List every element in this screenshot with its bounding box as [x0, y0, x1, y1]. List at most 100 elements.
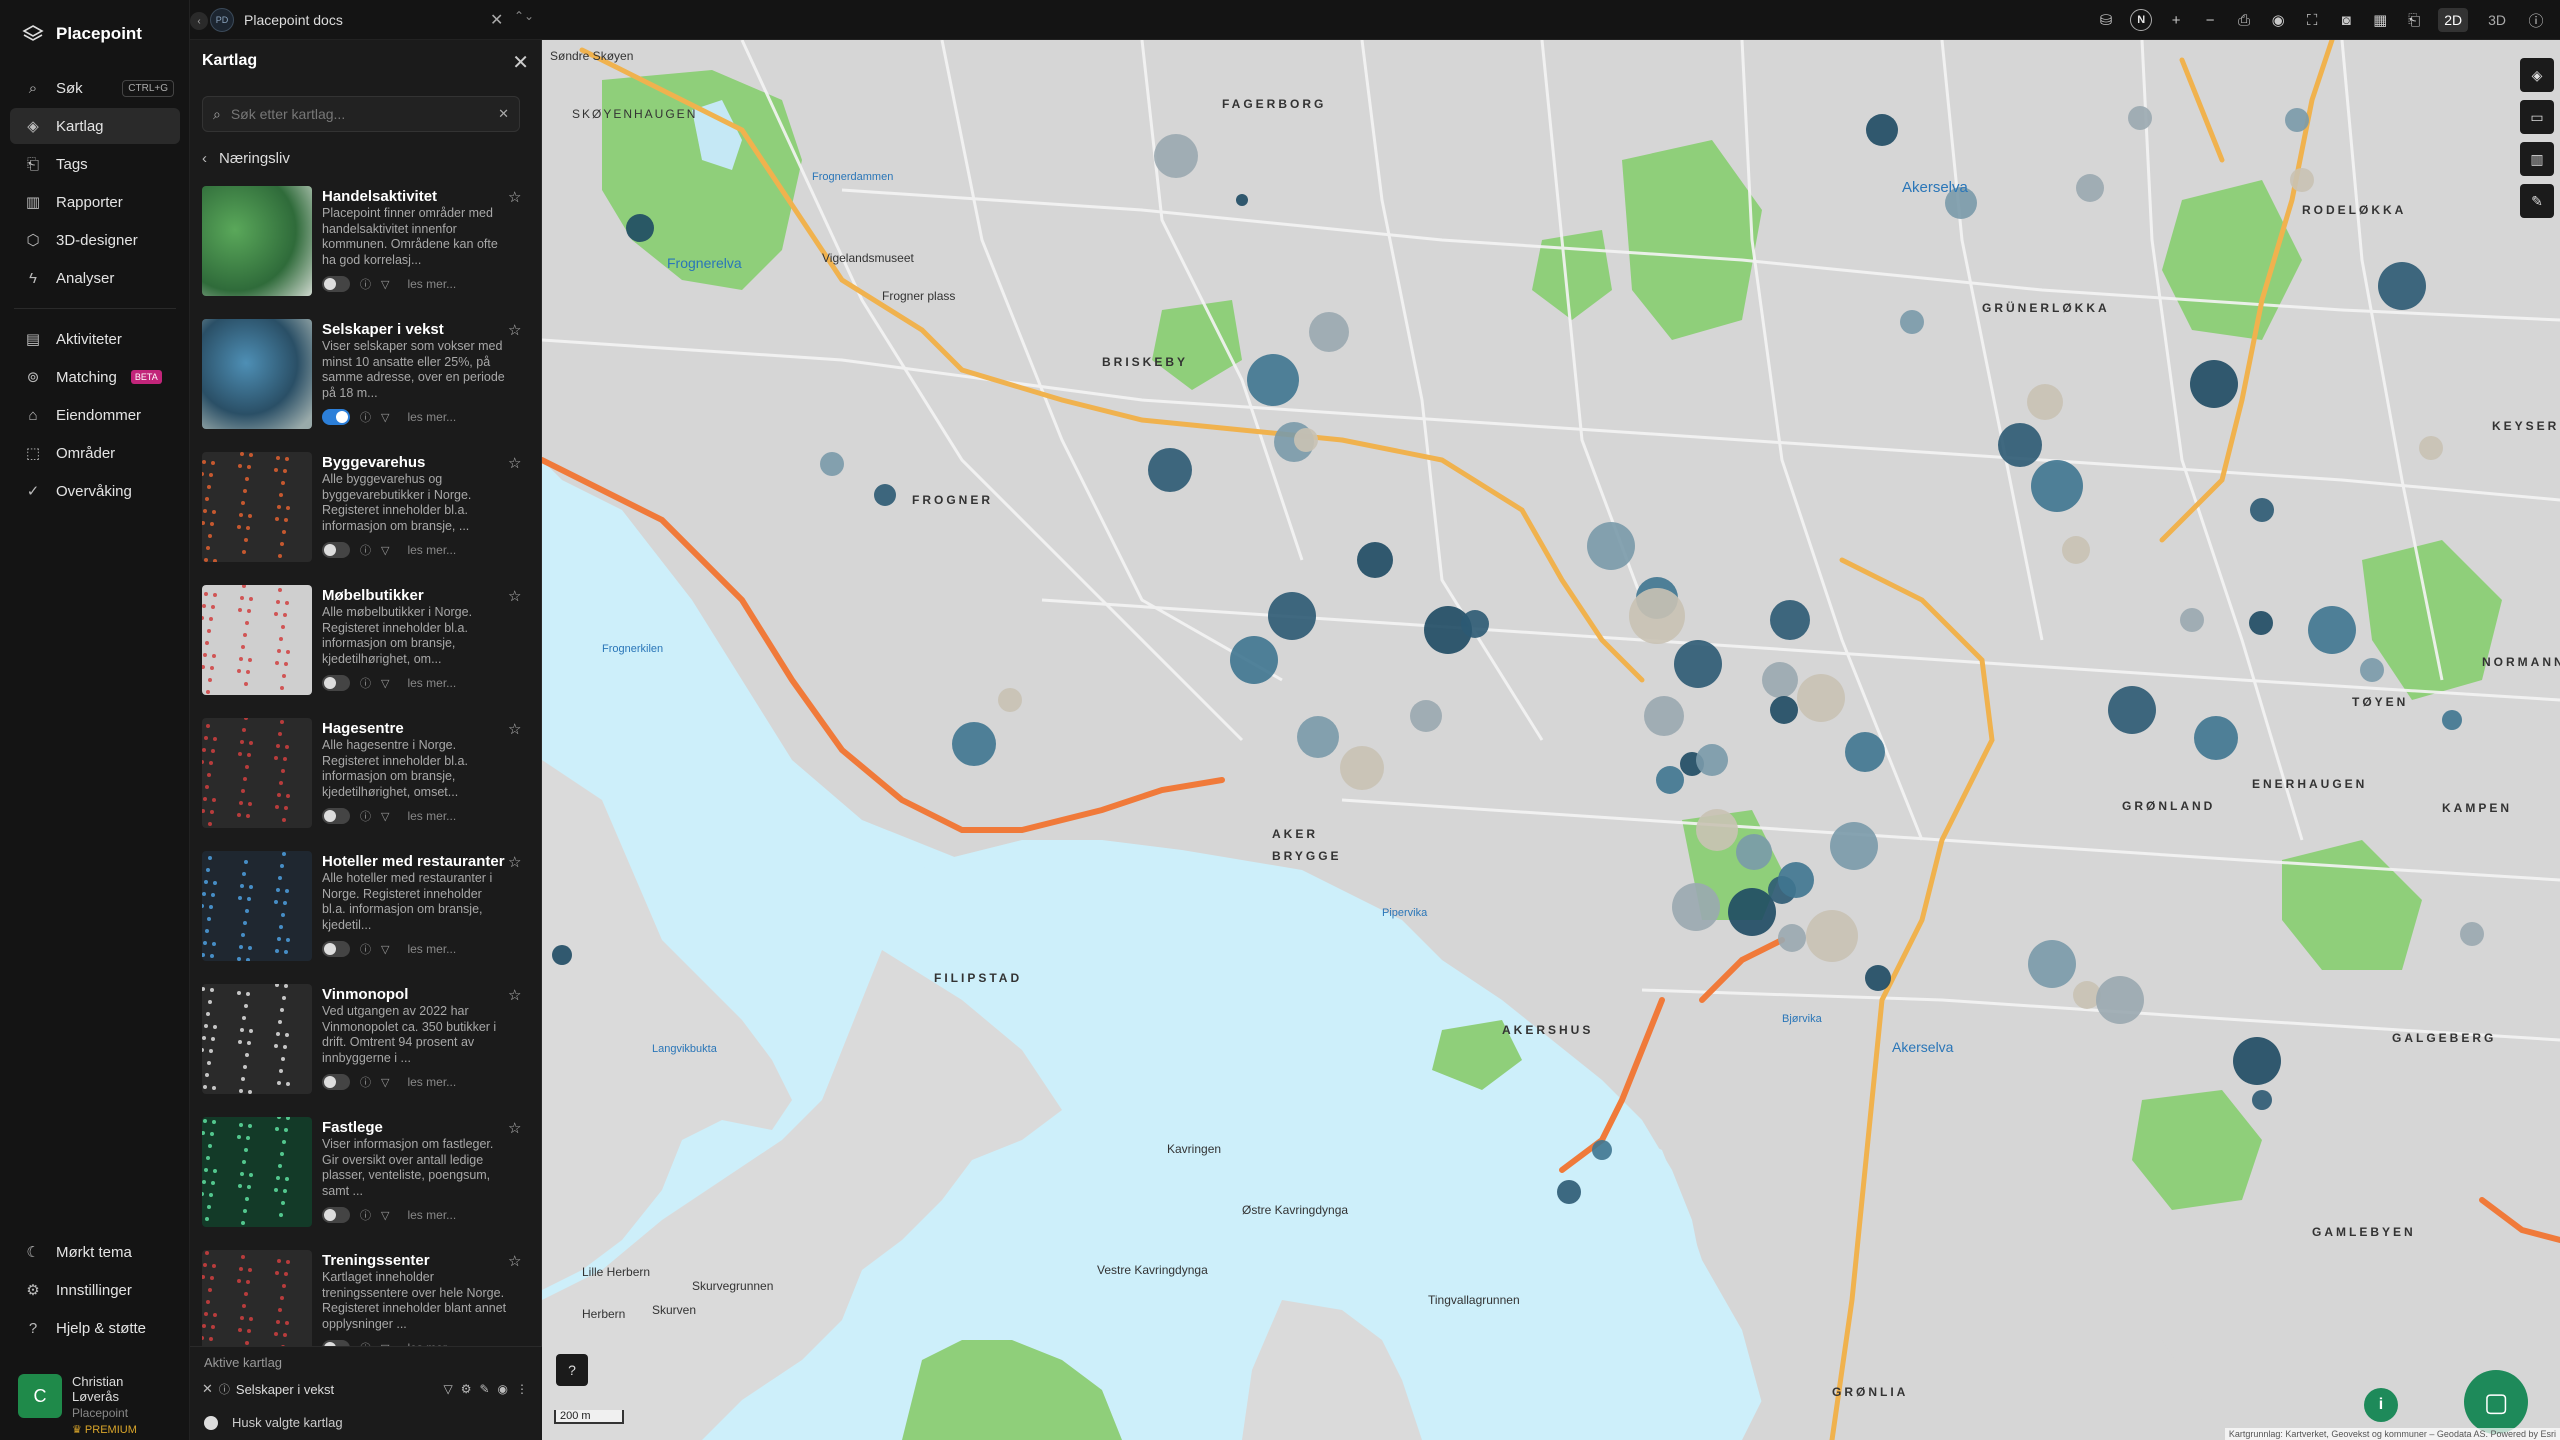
layer-thumbnail[interactable] — [202, 585, 312, 695]
remember-layers[interactable]: Husk valgte kartlag — [204, 1415, 343, 1430]
company-marker[interactable] — [2128, 106, 2152, 130]
close-doc-icon[interactable]: ✕ — [490, 10, 503, 30]
view-2d-button[interactable]: 2D — [2438, 8, 2469, 32]
read-more-link[interactable]: les mer... — [407, 809, 456, 823]
layer-toggle[interactable] — [322, 1207, 350, 1223]
company-marker[interactable] — [2190, 360, 2238, 408]
filter-icon[interactable]: ▽ — [381, 810, 389, 823]
layer-toggle[interactable] — [322, 409, 350, 425]
company-marker[interactable] — [2108, 686, 2156, 734]
nav-item-eiendommer[interactable]: ⌂ Eiendommer — [10, 397, 180, 433]
company-marker[interactable] — [2250, 498, 2274, 522]
company-marker[interactable] — [1154, 134, 1198, 178]
view-3d-button[interactable]: 3D — [2482, 8, 2512, 32]
document-tab[interactable]: PD Placepoint docs — [210, 4, 343, 36]
chart-button[interactable]: ▥ — [2520, 142, 2554, 176]
company-marker[interactable] — [1672, 883, 1720, 931]
nav-item-overvåking[interactable]: ✓ Overvåking — [10, 473, 180, 509]
company-marker[interactable] — [1592, 1140, 1612, 1160]
read-more-link[interactable]: les mer... — [407, 1075, 456, 1089]
company-marker[interactable] — [1247, 354, 1299, 406]
info-icon[interactable]: ⓘ — [360, 808, 371, 824]
layer-thumbnail[interactable] — [202, 186, 312, 296]
company-marker[interactable] — [1797, 674, 1845, 722]
company-marker[interactable] — [1806, 910, 1858, 962]
layer-toggle[interactable] — [322, 542, 350, 558]
nav-item-matching[interactable]: ⊚ Matching BETA — [10, 359, 180, 395]
company-marker[interactable] — [2419, 436, 2443, 460]
layer-item[interactable]: Fastlege Viser informasjon om fastleger. … — [202, 1117, 532, 1250]
more-icon[interactable]: ⋮ — [516, 1382, 528, 1396]
layer-item[interactable]: Selskaper i vekst Viser selskaper som vok… — [202, 319, 532, 452]
zoom-out-icon[interactable]: − — [2200, 10, 2220, 30]
company-marker[interactable] — [1268, 592, 1316, 640]
filter-icon[interactable]: ▽ — [381, 411, 389, 424]
favorite-star-icon[interactable]: ☆ — [508, 587, 521, 605]
company-marker[interactable] — [1357, 542, 1393, 578]
company-marker[interactable] — [1998, 423, 2042, 467]
filter-icon[interactable]: ▽ — [381, 677, 389, 690]
layer-thumbnail[interactable] — [202, 319, 312, 429]
favorite-star-icon[interactable]: ☆ — [508, 454, 521, 472]
company-marker[interactable] — [1629, 588, 1685, 644]
company-marker[interactable] — [2308, 606, 2356, 654]
nav-item-hjelp-støtte[interactable]: ? Hjelp & støtte — [10, 1310, 180, 1346]
layer-toggle[interactable] — [322, 941, 350, 957]
company-marker[interactable] — [1230, 636, 1278, 684]
info-icon[interactable]: ⓘ — [2526, 10, 2546, 30]
info-icon[interactable]: ⓘ — [360, 675, 371, 691]
nav-item-søk[interactable]: ⌕ Søk CTRL+G — [10, 70, 180, 106]
read-more-link[interactable]: les mer... — [407, 676, 456, 690]
company-marker[interactable] — [2031, 460, 2083, 512]
remember-radio[interactable] — [204, 1415, 218, 1430]
map-canvas[interactable]: Søndre Skøyen SKØYENHAUGEN Vigelandsmuse… — [542, 40, 2560, 1440]
company-marker[interactable] — [2378, 262, 2426, 310]
layer-thumbnail[interactable] — [202, 452, 312, 562]
company-marker[interactable] — [1461, 610, 1489, 638]
layer-thumbnail[interactable] — [202, 1250, 312, 1360]
measure-button[interactable]: ▭ — [2520, 100, 2554, 134]
bookmark-icon[interactable]: ⎗ — [2404, 10, 2424, 30]
map-info-button[interactable]: i — [2364, 1388, 2398, 1422]
company-marker[interactable] — [1778, 862, 1814, 898]
company-marker[interactable] — [1674, 640, 1722, 688]
info-icon[interactable]: ⓘ — [360, 1074, 371, 1090]
layer-item[interactable]: Hoteller med restauranter Alle hoteller m… — [202, 851, 532, 984]
filter-icon[interactable]: ▽ — [443, 1382, 452, 1396]
company-marker[interactable] — [1656, 766, 1684, 794]
edit-icon[interactable]: ✎ — [479, 1382, 489, 1396]
company-marker[interactable] — [2027, 384, 2063, 420]
company-marker[interactable] — [2285, 108, 2309, 132]
company-marker[interactable] — [2252, 1090, 2272, 1110]
remove-layer-icon[interactable]: ✕ — [202, 1381, 213, 1397]
chat-button[interactable]: ▢ — [2464, 1370, 2528, 1434]
map-help-button[interactable]: ? — [556, 1354, 588, 1386]
company-marker[interactable] — [2096, 976, 2144, 1024]
company-marker[interactable] — [1696, 744, 1728, 776]
company-marker[interactable] — [820, 452, 844, 476]
read-more-link[interactable]: les mer... — [407, 1208, 456, 1222]
company-marker[interactable] — [1410, 700, 1442, 732]
layer-item[interactable]: Handelsaktivitet Placepoint finner område… — [202, 186, 532, 319]
company-marker[interactable] — [1294, 428, 1318, 452]
layer-item[interactable]: Møbelbutikker Alle møbelbutikker i Norge.… — [202, 585, 532, 718]
read-more-link[interactable]: les mer... — [407, 277, 456, 291]
draw-button[interactable]: ✎ — [2520, 184, 2554, 218]
nav-item-aktiviteter[interactable]: ▤ Aktiviteter — [10, 321, 180, 357]
company-marker[interactable] — [1866, 114, 1898, 146]
collapse-sidebar-button[interactable]: ‹ — [190, 12, 208, 30]
close-panel-icon[interactable]: ✕ — [512, 50, 529, 75]
company-marker[interactable] — [2062, 536, 2090, 564]
grid-icon[interactable]: ▦ — [2370, 10, 2390, 30]
company-marker[interactable] — [1236, 194, 1248, 206]
settings-icon[interactable]: ⚙ — [461, 1382, 472, 1396]
layer-thumbnail[interactable] — [202, 984, 312, 1094]
company-marker[interactable] — [1845, 732, 1885, 772]
company-marker[interactable] — [1148, 448, 1192, 492]
layer-search-input[interactable] — [230, 106, 489, 122]
company-marker[interactable] — [952, 722, 996, 766]
layers-3d-icon[interactable]: ⛁ — [2096, 10, 2116, 30]
favorite-star-icon[interactable]: ☆ — [508, 986, 521, 1004]
nav-item-analyser[interactable]: ϟ Analyser — [10, 260, 180, 296]
active-layer-item[interactable]: ✕ ⓘ Selskaper i vekst ▽ ⚙ ✎ ◉ ⋮ — [202, 1375, 528, 1403]
